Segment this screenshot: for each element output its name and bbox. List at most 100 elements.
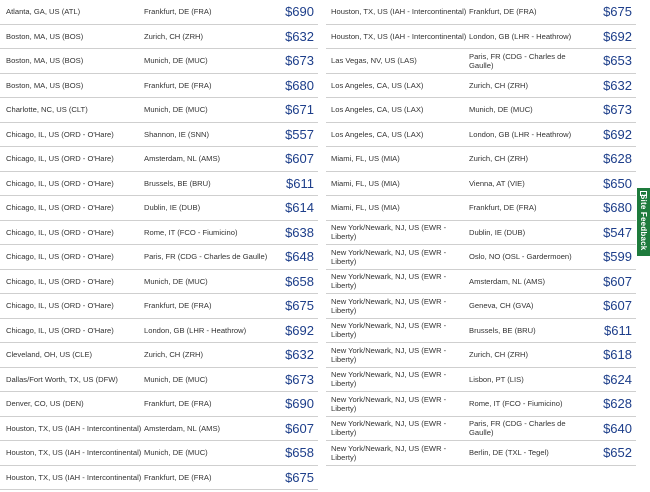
fare-price-link[interactable]: $607 <box>268 421 318 436</box>
fare-row[interactable]: New York/Newark, NJ, US (EWR - Liberty) O… <box>326 245 636 270</box>
fare-row[interactable]: New York/Newark, NJ, US (EWR - Liberty) G… <box>326 294 636 319</box>
fare-row[interactable]: Chicago, IL, US (ORD - O'Hare) Munich, DE… <box>0 270 318 294</box>
destination-city: Amsterdam, NL (AMS) <box>469 276 546 286</box>
fare-row[interactable]: New York/Newark, NJ, US (EWR - Liberty) R… <box>326 392 636 417</box>
fare-price-link[interactable]: $628 <box>589 396 636 411</box>
fare-price-link[interactable]: $675 <box>268 298 318 313</box>
destination-city: Shannon, IE (SNN) <box>144 129 209 139</box>
fare-list-right: Houston, TX, US (IAH - Intercontinental)… <box>326 0 636 466</box>
fare-list-left: Atlanta, GA, US (ATL) Frankfurt, DE (FRA)… <box>0 0 318 490</box>
fare-row[interactable]: Houston, TX, US (IAH - Intercontinental)… <box>326 25 636 49</box>
fare-row[interactable]: Denver, CO, US (DEN) Frankfurt, DE (FRA) $… <box>0 392 318 417</box>
fare-row[interactable]: Chicago, IL, US (ORD - O'Hare) London, GB… <box>0 319 318 343</box>
fare-price-link[interactable]: $557 <box>268 127 318 142</box>
fare-price-link[interactable]: $632 <box>589 78 636 93</box>
fare-row[interactable]: New York/Newark, NJ, US (EWR - Liberty) A… <box>326 270 636 294</box>
fare-row[interactable]: Houston, TX, US (IAH - Intercontinental)… <box>326 0 636 25</box>
fare-price-link[interactable]: $671 <box>268 102 318 117</box>
fare-row[interactable]: Chicago, IL, US (ORD - O'Hare) Frankfurt,… <box>0 294 318 319</box>
fare-price-link[interactable]: $658 <box>268 445 318 460</box>
origin-city: New York/Newark, NJ, US (EWR - Liberty) <box>331 272 447 291</box>
fare-row[interactable]: New York/Newark, NJ, US (EWR - Liberty) B… <box>326 441 636 466</box>
destination-city: Rome, IT (FCO - Fiumicino) <box>144 227 238 237</box>
fare-price-link[interactable]: $628 <box>589 151 636 166</box>
fare-row[interactable]: Atlanta, GA, US (ATL) Frankfurt, DE (FRA)… <box>0 0 318 25</box>
fare-row[interactable]: Los Angeles, CA, US (LAX) Munich, DE (MUC… <box>326 98 636 123</box>
fare-price-link[interactable]: $611 <box>589 323 636 338</box>
fare-row[interactable]: New York/Newark, NJ, US (EWR - Liberty) Z… <box>326 343 636 368</box>
destination-city: London, GB (LHR - Heathrow) <box>144 325 247 335</box>
fare-row[interactable]: New York/Newark, NJ, US (EWR - Liberty) B… <box>326 319 636 343</box>
fare-row[interactable]: Las Vegas, NV, US (LAS) Paris, FR (CDG - … <box>326 49 636 74</box>
origin-city: Los Angeles, CA, US (LAX) <box>331 105 424 115</box>
fare-price-link[interactable]: $680 <box>268 78 318 93</box>
fare-row[interactable]: Chicago, IL, US (ORD - O'Hare) Rome, IT (… <box>0 221 318 245</box>
fare-price-link[interactable]: $624 <box>589 372 636 387</box>
destination-city: Paris, FR (CDG - Charles de Gaulle) <box>469 51 566 70</box>
fare-price-link[interactable]: $547 <box>589 225 636 240</box>
fare-row[interactable]: Chicago, IL, US (ORD - O'Hare) Brussels, … <box>0 172 318 196</box>
origin-city: Miami, FL, US (MIA) <box>331 203 400 213</box>
fare-row[interactable]: Cleveland, OH, US (CLE) Zurich, CH (ZRH) $… <box>0 343 318 368</box>
fare-price-link[interactable]: $690 <box>268 396 318 411</box>
fare-row[interactable]: Boston, MA, US (BOS) Frankfurt, DE (FRA) $… <box>0 74 318 98</box>
fare-price-link[interactable]: $680 <box>589 200 636 215</box>
origin-city: Atlanta, GA, US (ATL) <box>6 7 81 17</box>
destination-city: Munich, DE (MUC) <box>144 448 208 458</box>
fare-row[interactable]: New York/Newark, NJ, US (EWR - Liberty) D… <box>326 221 636 245</box>
fare-price-link[interactable]: $653 <box>589 53 636 68</box>
fare-row[interactable]: New York/Newark, NJ, US (EWR - Liberty) L… <box>326 368 636 392</box>
fare-price-link[interactable]: $614 <box>268 200 318 215</box>
fare-price-link[interactable]: $599 <box>589 249 636 264</box>
fare-row[interactable]: Houston, TX, US (IAH - Intercontinental)… <box>0 466 318 490</box>
fare-price-link[interactable]: $607 <box>589 298 636 313</box>
destination-city: Oslo, NO (OSL - Gardermoen) <box>469 252 572 262</box>
fare-price-link[interactable]: $658 <box>268 274 318 289</box>
origin-city: Chicago, IL, US (ORD - O'Hare) <box>6 276 114 286</box>
fare-row[interactable]: Chicago, IL, US (ORD - O'Hare) Dublin, IE… <box>0 196 318 221</box>
fare-row[interactable]: Houston, TX, US (IAH - Intercontinental)… <box>0 417 318 441</box>
destination-city: Zurich, CH (ZRH) <box>469 80 529 90</box>
origin-city: Charlotte, NC, US (CLT) <box>6 105 88 115</box>
fare-price-link[interactable]: $692 <box>589 127 636 142</box>
fare-row[interactable]: Houston, TX, US (IAH - Intercontinental)… <box>0 441 318 466</box>
destination-city: Frankfurt, DE (FRA) <box>144 7 212 17</box>
fare-price-link[interactable]: $640 <box>589 421 636 436</box>
fare-row[interactable]: New York/Newark, NJ, US (EWR - Liberty) P… <box>326 417 636 441</box>
fare-price-link[interactable]: $618 <box>589 347 636 362</box>
fare-price-link[interactable]: $652 <box>589 445 636 460</box>
fare-row[interactable]: Charlotte, NC, US (CLT) Munich, DE (MUC) $… <box>0 98 318 123</box>
fare-price-link[interactable]: $648 <box>268 249 318 264</box>
fare-price-link[interactable]: $692 <box>589 29 636 44</box>
fare-row[interactable]: Chicago, IL, US (ORD - O'Hare) Shannon, I… <box>0 123 318 147</box>
fare-price-link[interactable]: $690 <box>268 4 318 19</box>
fare-price-link[interactable]: $607 <box>268 151 318 166</box>
fare-row[interactable]: Miami, FL, US (MIA) Vienna, AT (VIE) $650 <box>326 172 636 196</box>
fare-price-link[interactable]: $638 <box>268 225 318 240</box>
fare-price-link[interactable]: $675 <box>589 4 636 19</box>
origin-city: Chicago, IL, US (ORD - O'Hare) <box>6 178 114 188</box>
fare-price-link[interactable]: $673 <box>268 372 318 387</box>
fare-row[interactable]: Boston, MA, US (BOS) Zurich, CH (ZRH) $632 <box>0 25 318 49</box>
fare-row[interactable]: Los Angeles, CA, US (LAX) Zurich, CH (ZRH… <box>326 74 636 98</box>
origin-city: Chicago, IL, US (ORD - O'Hare) <box>6 325 114 335</box>
fare-row[interactable]: Miami, FL, US (MIA) Zurich, CH (ZRH) $628 <box>326 147 636 172</box>
fare-price-link[interactable]: $632 <box>268 29 318 44</box>
fare-row[interactable]: Miami, FL, US (MIA) Frankfurt, DE (FRA) $6… <box>326 196 636 221</box>
fare-price-link[interactable]: $632 <box>268 347 318 362</box>
fare-price-link[interactable]: $675 <box>268 470 318 485</box>
fare-row[interactable]: Chicago, IL, US (ORD - O'Hare) Amsterdam,… <box>0 147 318 172</box>
fare-price-link[interactable]: $607 <box>589 274 636 289</box>
fare-price-link[interactable]: $673 <box>268 53 318 68</box>
fare-row[interactable]: Dallas/Fort Worth, TX, US (DFW) Munich, D… <box>0 368 318 392</box>
fare-row[interactable]: Boston, MA, US (BOS) Munich, DE (MUC) $673 <box>0 49 318 74</box>
fare-price-link[interactable]: $611 <box>268 176 318 191</box>
site-feedback-tab[interactable]: Site Feedback <box>637 188 650 256</box>
fare-row[interactable]: Los Angeles, CA, US (LAX) London, GB (LHR… <box>326 123 636 147</box>
origin-city: New York/Newark, NJ, US (EWR - Liberty) <box>331 223 447 242</box>
origin-city: New York/Newark, NJ, US (EWR - Liberty) <box>331 296 447 315</box>
fare-price-link[interactable]: $692 <box>268 323 318 338</box>
fare-price-link[interactable]: $650 <box>589 176 636 191</box>
fare-price-link[interactable]: $673 <box>589 102 636 117</box>
fare-row[interactable]: Chicago, IL, US (ORD - O'Hare) Paris, FR … <box>0 245 318 270</box>
